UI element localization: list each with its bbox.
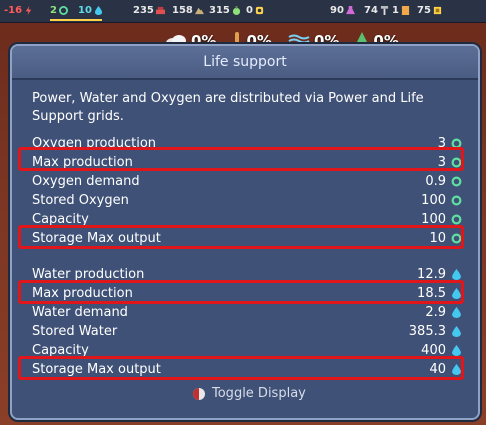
resource-3[interactable]: 315 xyxy=(209,5,241,16)
stored-water-row: Stored Water 385.3 xyxy=(32,323,462,342)
resource-2[interactable]: 158 xyxy=(172,5,204,16)
flask-icon xyxy=(345,6,355,15)
oxygen-demand-row: Oxygen demand 0.9 xyxy=(32,173,462,192)
resource-4[interactable]: 0 xyxy=(246,5,264,16)
resource-8[interactable]: 75 xyxy=(417,5,442,16)
water-value: 10 xyxy=(78,5,92,16)
row-label: Stored Water xyxy=(32,324,118,339)
row-value: 2.9 xyxy=(425,305,446,320)
row-value: 100 xyxy=(421,193,446,208)
row-value: 0.9 xyxy=(425,174,446,189)
highlight-water-storage-max-output xyxy=(18,356,464,380)
row-label: Oxygen demand xyxy=(32,174,140,189)
resource-4-value: 0 xyxy=(246,5,253,16)
row-label: Water demand xyxy=(32,305,128,320)
panel-header: Life support xyxy=(12,46,478,80)
resource-7[interactable]: 1 xyxy=(392,5,410,16)
food-icon xyxy=(232,6,240,15)
lightning-icon xyxy=(25,6,32,15)
stored-oxygen-row: Stored Oxygen 100 xyxy=(32,192,462,211)
panel-description: Power, Water and Oxygen are distributed … xyxy=(32,91,424,124)
toggle-display-button[interactable]: Toggle Display xyxy=(192,386,306,401)
oxygen-icon xyxy=(451,214,462,225)
panel-title: Life support xyxy=(203,54,287,70)
row-value: 385.3 xyxy=(408,324,446,339)
water-drop-icon xyxy=(452,326,461,337)
mountain-icon xyxy=(194,7,204,15)
oxygen-icon xyxy=(58,6,68,15)
resource-5[interactable]: 90 xyxy=(330,5,355,16)
gear-icon xyxy=(255,6,264,15)
toggle-display-label: Toggle Display xyxy=(212,386,306,401)
power-resource[interactable]: -16 xyxy=(4,5,33,16)
power-value: -16 xyxy=(4,5,23,16)
oxygen-icon xyxy=(451,176,462,187)
highlight-oxygen-storage-max-output xyxy=(18,225,464,249)
resource-8-value: 75 xyxy=(417,5,431,16)
water-drop-icon xyxy=(452,345,461,356)
resource-7-value: 1 xyxy=(392,5,399,16)
oxygen-resource[interactable]: 2 xyxy=(50,5,68,16)
oxygen-value: 2 xyxy=(50,5,57,16)
water-drop-icon xyxy=(94,6,103,15)
chip-icon xyxy=(433,6,442,15)
bricks-icon xyxy=(155,6,165,15)
resource-5-value: 90 xyxy=(330,5,344,16)
resource-6-value: 74 xyxy=(364,5,378,16)
water-drop-icon xyxy=(452,269,461,280)
highlight-oxygen-max-production xyxy=(18,147,464,171)
highlight-water-max-production xyxy=(18,280,464,304)
active-underline xyxy=(50,19,102,21)
resource-2-value: 158 xyxy=(172,5,193,16)
resource-3-value: 315 xyxy=(209,5,230,16)
water-resource[interactable]: 10 xyxy=(78,5,103,16)
document-icon xyxy=(401,6,410,15)
hammer-icon xyxy=(380,6,389,15)
resource-1-value: 235 xyxy=(133,5,154,16)
oxygen-icon xyxy=(451,195,462,206)
resource-bar: -16 2 10 235 158 315 0 90 74 1 75 xyxy=(0,0,486,23)
row-label: Stored Oxygen xyxy=(32,193,129,208)
resource-1[interactable]: 235 xyxy=(133,5,165,16)
water-demand-row: Water demand 2.9 xyxy=(32,304,462,323)
toggle-icon xyxy=(193,387,205,400)
water-drop-icon xyxy=(452,307,461,318)
resource-6[interactable]: 74 xyxy=(364,5,389,16)
